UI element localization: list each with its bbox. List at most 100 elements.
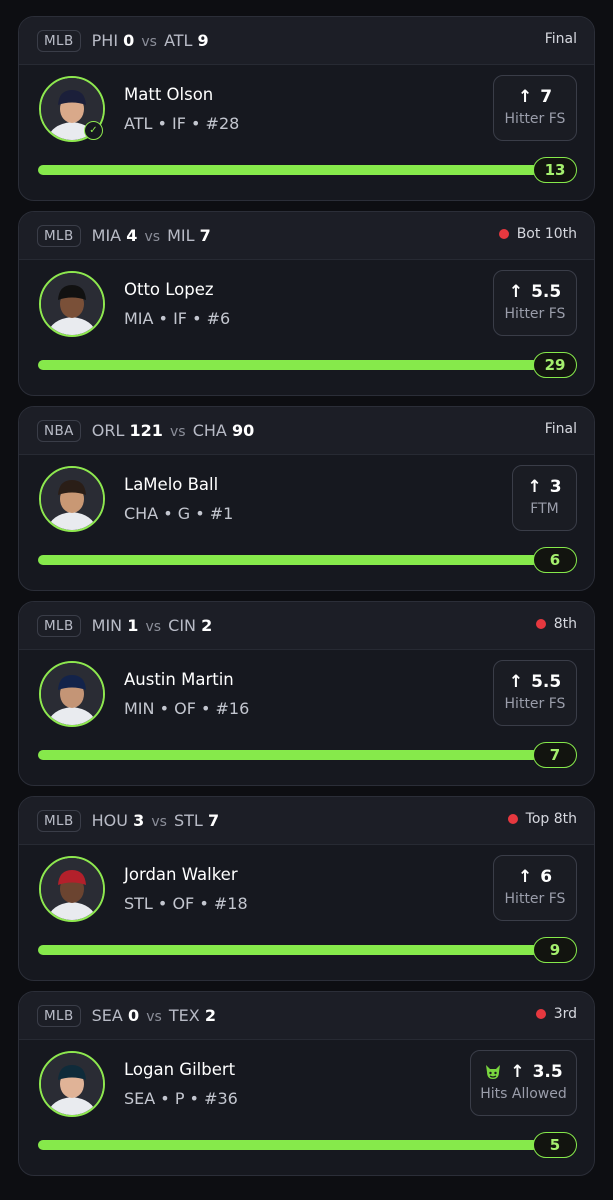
projection-value: 7 — [540, 87, 553, 107]
arrow-up-icon: ↑ — [508, 672, 524, 692]
projection-line: ↑ 3 — [513, 477, 576, 497]
progress-track — [38, 360, 538, 370]
progress-track — [38, 945, 538, 955]
current-stat-count: 29 — [533, 352, 577, 378]
home-score: 9 — [197, 31, 209, 50]
live-dot-icon — [507, 814, 518, 824]
away-score: 1 — [127, 616, 139, 635]
demon-icon — [486, 1065, 501, 1079]
pick-card[interactable]: MLB SEA 0 vs TEX 2 3rd Logan Gilbert SEA… — [18, 991, 595, 1176]
arrow-up-icon: ↑ — [527, 477, 542, 497]
projection-box[interactable]: ↑ 3 FTM — [512, 465, 577, 531]
game-status-text: 8th — [553, 616, 577, 632]
progress-track — [38, 1140, 538, 1150]
away-score: 0 — [127, 1006, 140, 1025]
player-meta: SEA • P • #36 — [124, 1089, 238, 1108]
league-badge: MLB — [37, 224, 81, 247]
player-avatar[interactable] — [39, 1051, 105, 1117]
home-team: TEX — [168, 1006, 200, 1025]
matchup: SEA 0 vs TEX 2 — [92, 1006, 216, 1025]
away-team: ORL — [91, 421, 125, 440]
stat-type: Hitter FS — [504, 306, 566, 322]
progress-track — [38, 750, 538, 760]
game-status: Final — [545, 31, 577, 47]
arrow-up-icon: ↑ — [517, 867, 533, 887]
away-score: 0 — [123, 31, 135, 50]
player-name: Austin Martin — [124, 670, 234, 689]
player-name: Matt Olson — [124, 85, 214, 104]
home-team: MIL — [167, 226, 195, 245]
projection-line: ↑ 5.5 — [494, 282, 576, 302]
pick-card[interactable]: MLB PHI 0 vs ATL 9 Final ✓ Matt Olson AT… — [18, 16, 595, 201]
player-meta: MIA • IF • #6 — [124, 309, 231, 328]
player-meta: ATL • IF • #28 — [124, 114, 240, 133]
projection-line: ↑ 7 — [494, 87, 576, 107]
pick-card[interactable]: NBA ORL 121 vs CHA 90 Final LaMelo Ball — [18, 406, 595, 591]
projection-box[interactable]: ↑ 5.5 Hitter FS — [493, 660, 577, 726]
away-team: HOU — [91, 811, 128, 830]
matchup: HOU 3 vs STL 7 — [92, 811, 219, 830]
away-team: SEA — [91, 1006, 123, 1025]
pick-card[interactable]: MLB MIN 1 vs CIN 2 8th Austin Martin MIN… — [18, 601, 595, 786]
game-status: 3rd — [535, 1006, 577, 1022]
projection-box[interactable]: ↑ 7 Hitter FS — [493, 75, 577, 141]
current-stat-count: 9 — [533, 937, 577, 963]
pick-card[interactable]: MLB MIA 4 vs MIL 7 Bot 10th Otto Lopez M… — [18, 211, 595, 396]
game-status: 8th — [535, 616, 577, 632]
projection-box[interactable]: ↑ 6 Hitter FS — [493, 855, 577, 921]
projection-line: ↑ 3.5 — [471, 1062, 576, 1082]
player-name: LaMelo Ball — [124, 475, 219, 494]
game-status-text: 3rd — [553, 1006, 577, 1022]
vs-label: vs — [146, 1009, 162, 1025]
projection-value: 6 — [540, 867, 553, 887]
away-team: PHI — [91, 31, 119, 50]
vs-label: vs — [141, 34, 157, 50]
game-header: MLB MIA 4 vs MIL 7 Bot 10th — [19, 212, 594, 260]
game-status: Bot 10th — [498, 226, 577, 242]
arrow-up-icon: ↑ — [517, 87, 533, 107]
live-dot-icon — [498, 229, 509, 239]
progress-track — [38, 555, 538, 565]
player-name: Jordan Walker — [124, 865, 238, 884]
arrow-up-icon: ↑ — [510, 1062, 525, 1082]
pick-card[interactable]: MLB HOU 3 vs STL 7 Top 8th Jordan Walker — [18, 796, 595, 981]
progress-fill — [38, 165, 538, 175]
vs-label: vs — [151, 814, 167, 830]
home-team: ATL — [164, 31, 193, 50]
player-name: Otto Lopez — [124, 280, 214, 299]
game-header: MLB PHI 0 vs ATL 9 Final — [19, 17, 594, 65]
home-team: CHA — [192, 421, 227, 440]
game-header: MLB HOU 3 vs STL 7 Top 8th — [19, 797, 594, 845]
pick-list: MLB PHI 0 vs ATL 9 Final ✓ Matt Olson AT… — [18, 16, 595, 1186]
current-stat-count: 13 — [533, 157, 577, 183]
matchup: MIA 4 vs MIL 7 — [92, 226, 211, 245]
matchup: MIN 1 vs CIN 2 — [92, 616, 213, 635]
progress-fill — [38, 360, 538, 370]
progress-fill — [38, 555, 538, 565]
progress-fill — [38, 1140, 538, 1150]
player-meta: STL • OF • #18 — [124, 894, 248, 913]
matchup: PHI 0 vs ATL 9 — [92, 31, 209, 50]
progress-fill — [38, 750, 538, 760]
player-avatar[interactable] — [39, 661, 105, 727]
player-avatar[interactable] — [39, 271, 105, 337]
away-score: 4 — [126, 226, 138, 245]
stat-type: Hits Allowed — [480, 1086, 567, 1102]
game-status: Top 8th — [507, 811, 577, 827]
game-status-text: Final — [544, 421, 577, 437]
projection-value: 3.5 — [532, 1062, 563, 1082]
away-score: 3 — [133, 811, 145, 830]
game-status-text: Bot 10th — [516, 226, 577, 242]
player-avatar[interactable] — [39, 466, 105, 532]
home-score: 7 — [199, 226, 211, 245]
home-score: 2 — [201, 616, 213, 635]
home-team: CIN — [168, 616, 197, 635]
game-header: MLB SEA 0 vs TEX 2 3rd — [19, 992, 594, 1040]
projection-box[interactable]: ↑ 3.5 Hits Allowed — [470, 1050, 577, 1116]
projection-line: ↑ 6 — [494, 867, 576, 887]
league-badge: MLB — [37, 809, 81, 832]
projection-box[interactable]: ↑ 5.5 Hitter FS — [493, 270, 577, 336]
live-dot-icon — [535, 1009, 546, 1019]
league-badge: NBA — [37, 419, 81, 442]
player-avatar[interactable] — [39, 856, 105, 922]
